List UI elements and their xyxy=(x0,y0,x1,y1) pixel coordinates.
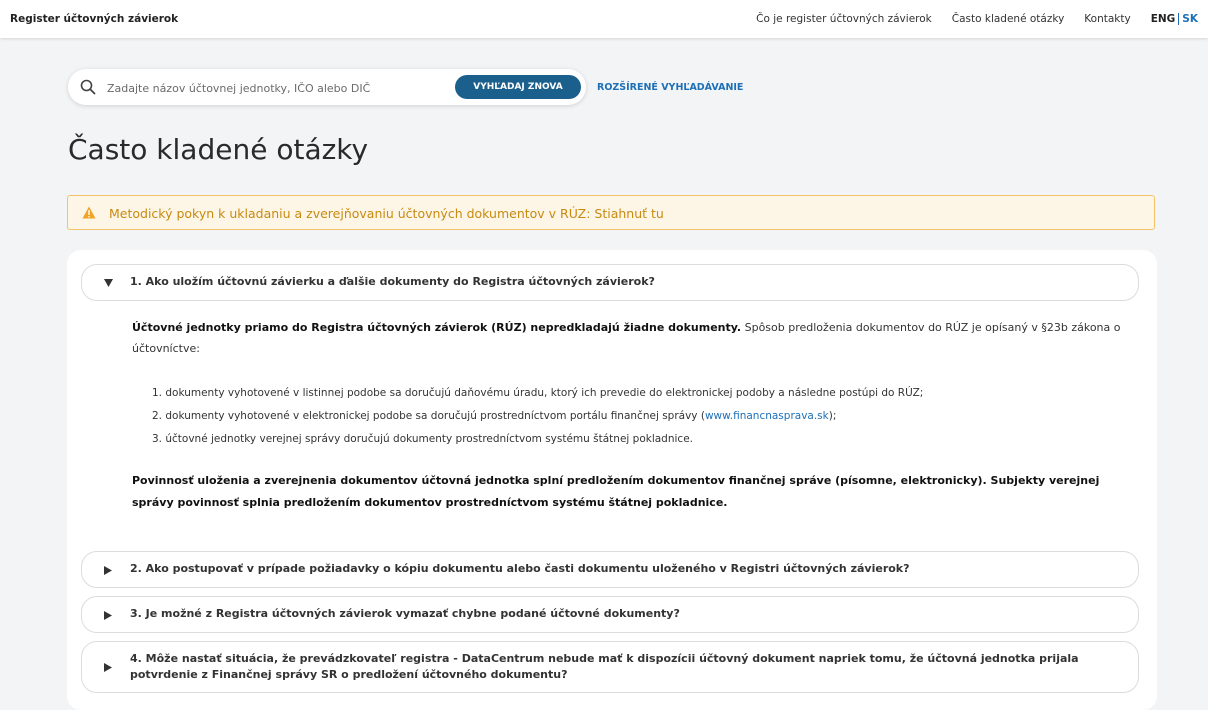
faq-question-4[interactable]: 4. Môže nastať situácia, že prevádzkovat… xyxy=(81,641,1139,693)
lang-eng[interactable]: ENG xyxy=(1151,13,1176,25)
faq-question-text: 2. Ako postupovať v prípade požiadavky o… xyxy=(130,562,910,575)
faq-question-text: 3. Je možné z Registra účtovných záviero… xyxy=(130,607,680,620)
warning-icon xyxy=(82,206,96,219)
brand-link[interactable]: Register účtovných závierok xyxy=(10,13,178,25)
page-title: Často kladené otázky xyxy=(68,133,369,166)
answer-footer-bold: Povinnosť uloženia a zverejnenia dokumen… xyxy=(132,474,1100,509)
nav-link-about[interactable]: Čo je register účtovných závierok xyxy=(756,13,932,25)
answer-list-item-3: 3. účtovné jednotky verejnej správy doru… xyxy=(152,433,693,445)
faq-question-1[interactable]: 1. Ako uložím účtovnú závierku a ďalšie … xyxy=(81,264,1139,301)
alert-text: Metodický pokyn k ukladaniu a zverejňova… xyxy=(109,206,664,221)
lang-sk[interactable]: SK xyxy=(1182,13,1198,25)
answer-intro-bold: Účtovné jednotky priamo do Registra účto… xyxy=(132,321,742,334)
top-nav: Čo je register účtovných závierok Často … xyxy=(736,13,1198,25)
nav-link-faq[interactable]: Často kladené otázky xyxy=(952,13,1065,25)
language-switcher: ENG SK xyxy=(1151,13,1198,25)
faq-question-text: 1. Ako uložím účtovnú závierku a ďalšie … xyxy=(130,275,655,288)
caret-right-icon xyxy=(104,566,112,575)
faq-answer-intro: Účtovné jednotky priamo do Registra účto… xyxy=(132,317,1137,359)
advanced-search-link[interactable]: ROZŠÍRENÉ VYHĽADÁVANIE xyxy=(597,82,743,93)
answer-list-item-2-tail: ); xyxy=(828,410,837,422)
faq-card: 1. Ako uložím účtovnú závierku a ďalšie … xyxy=(67,250,1157,710)
faq-question-2[interactable]: 2. Ako postupovať v prípade požiadavky o… xyxy=(81,551,1139,588)
search-icon xyxy=(80,79,96,95)
search-input[interactable] xyxy=(105,77,449,99)
answer-list-item-2: 2. dokumenty vyhotovené v elektronickej … xyxy=(152,410,836,422)
download-link[interactable]: Stiahnuť tu xyxy=(594,206,663,221)
faq-answer-footer: Povinnosť uloženia a zverejnenia dokumen… xyxy=(132,470,1137,514)
nav-link-contacts[interactable]: Kontakty xyxy=(1084,13,1130,25)
top-bar: Register účtovných závierok Čo je regist… xyxy=(0,0,1208,38)
caret-right-icon xyxy=(104,663,112,672)
answer-list-item-2-text: 2. dokumenty vyhotovené v elektronickej … xyxy=(152,410,705,422)
search-bar: VYHĽADAJ ZNOVA xyxy=(68,69,586,105)
faq-question-3[interactable]: 3. Je možné z Registra účtovných záviero… xyxy=(81,596,1139,633)
financnasprava-link[interactable]: www.financnasprava.sk xyxy=(705,410,829,422)
caret-down-icon xyxy=(104,279,113,287)
faq-question-text: 4. Môže nastať situácia, že prevádzkovat… xyxy=(130,652,1079,681)
lang-divider xyxy=(1178,13,1180,25)
alert-banner: Metodický pokyn k ukladaniu a zverejňova… xyxy=(67,195,1155,230)
answer-list-item-1: 1. dokumenty vyhotovené v listinnej podo… xyxy=(152,387,924,399)
alert-message: Metodický pokyn k ukladaniu a zverejňova… xyxy=(109,206,595,221)
caret-right-icon xyxy=(104,611,112,620)
search-again-button[interactable]: VYHĽADAJ ZNOVA xyxy=(455,75,581,99)
